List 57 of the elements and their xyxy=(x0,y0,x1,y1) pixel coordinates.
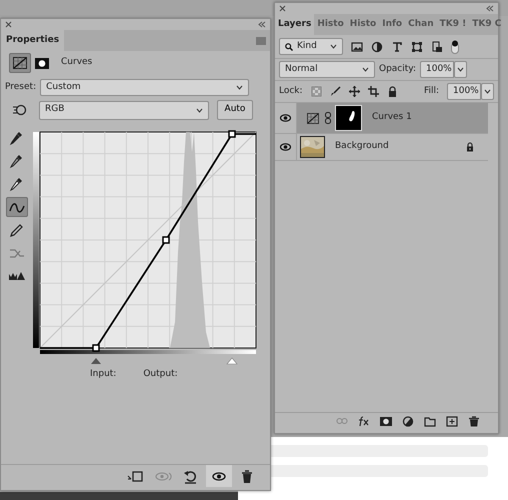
search-icon xyxy=(285,42,293,50)
layer-row[interactable]: Curves 1 xyxy=(275,103,488,134)
dropdown-button[interactable] xyxy=(481,83,494,100)
blend-mode-dropdown[interactable]: Normal xyxy=(279,61,375,78)
chevron-down-icon xyxy=(196,108,203,112)
trash-icon[interactable] xyxy=(468,416,480,427)
filter-dropdown[interactable]: Kind xyxy=(279,38,343,55)
close-icon[interactable] xyxy=(279,5,286,12)
output-label: Output: xyxy=(143,368,178,381)
adjustment-title: Curves xyxy=(61,56,92,70)
crop-icon[interactable] xyxy=(368,86,379,97)
properties-tab[interactable]: Properties xyxy=(1,30,64,51)
new-layer-icon[interactable] xyxy=(446,416,458,427)
layer-row[interactable]: Background xyxy=(275,134,488,161)
fill-label: Fill: xyxy=(424,84,439,98)
pixel-filter-icon[interactable] xyxy=(351,40,363,52)
lock-transparency-icon[interactable] xyxy=(310,86,322,97)
preset-label: Preset: xyxy=(5,80,36,94)
lock-icon[interactable] xyxy=(386,86,398,97)
shape-filter-icon[interactable] xyxy=(411,40,423,52)
brush-icon[interactable] xyxy=(330,86,341,97)
eye-icon[interactable] xyxy=(280,114,291,122)
move-icon[interactable] xyxy=(348,86,360,97)
adjustment-filter-icon[interactable] xyxy=(371,40,383,52)
chevron-down-icon xyxy=(484,89,491,94)
link-icon xyxy=(325,112,331,124)
close-icon[interactable] xyxy=(5,21,12,28)
chevron-down-icon xyxy=(362,67,369,72)
opacity-label: Opacity: xyxy=(379,62,416,76)
chevron-down-icon xyxy=(457,67,464,72)
opacity-field[interactable]: 100% xyxy=(420,61,454,78)
filter-toggle-icon[interactable] xyxy=(451,40,459,54)
channel-dropdown[interactable]: RGB xyxy=(39,100,209,120)
input-label: Input: xyxy=(90,368,116,381)
folder-icon[interactable] xyxy=(424,416,436,427)
eye-icon[interactable] xyxy=(280,143,291,151)
chevron-down-icon xyxy=(236,85,243,90)
curves-adjustment-icon xyxy=(307,112,319,124)
adjustment-layer-icon[interactable] xyxy=(402,416,414,427)
fill-field[interactable]: 100% xyxy=(447,83,481,100)
layer-name: Curves 1 xyxy=(372,111,413,124)
smart-object-filter-icon[interactable] xyxy=(431,40,443,52)
auto-button[interactable]: Auto xyxy=(217,100,253,120)
dropdown-button[interactable] xyxy=(454,61,467,78)
mask-icon xyxy=(35,58,49,68)
chevron-down-icon xyxy=(330,44,337,49)
collapse-icon[interactable] xyxy=(486,5,494,12)
layer-mask-icon[interactable] xyxy=(380,416,392,427)
lock-label: Lock: xyxy=(279,84,303,98)
layer-name: Background xyxy=(335,140,390,154)
preset-dropdown[interactable]: Custom xyxy=(40,79,249,96)
panel-tab[interactable]: Layers xyxy=(275,14,314,35)
fx-icon[interactable] xyxy=(358,416,370,427)
type-filter-icon[interactable] xyxy=(391,40,403,52)
mask-thumbnail xyxy=(335,105,362,131)
collapse-icon[interactable] xyxy=(258,21,266,28)
curves-adjustment-icon xyxy=(13,57,27,69)
